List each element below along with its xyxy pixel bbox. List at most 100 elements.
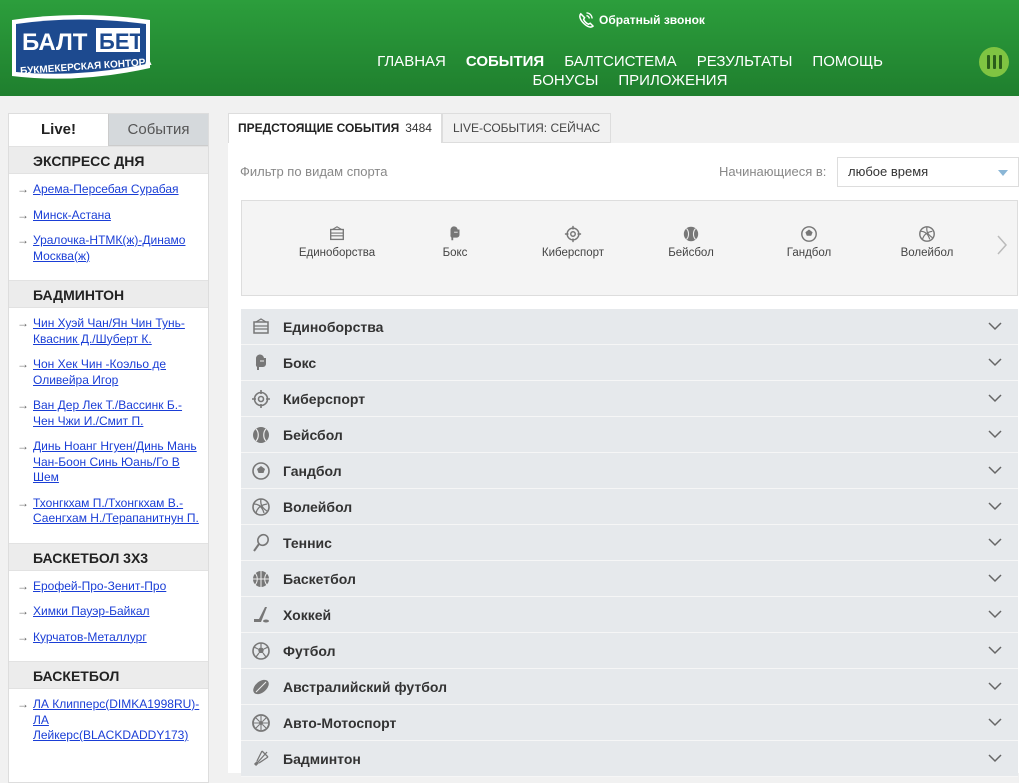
arrow-right-icon: → (17, 604, 29, 618)
list-item: → Ерофей-Про-Зенит-Про (9, 577, 208, 603)
event-link[interactable]: Тхонгкхам П./Тхонгкхам В.-Саенгхам Н./Те… (33, 496, 202, 527)
nav-item-5[interactable]: ПОМОЩЬ (812, 52, 883, 71)
tab-live-now[interactable]: LIVE-СОБЫТИЯ: СЕЙЧАС (441, 113, 612, 143)
carousel-item[interactable]: Единоборства (287, 225, 387, 259)
carousel-item[interactable]: Волейбол (877, 225, 977, 259)
ring-icon (253, 317, 269, 334)
sport-row[interactable]: Австралийский футбол (241, 669, 1018, 705)
baltbet-logo[interactable]: БАЛТ БЕТ БУКМЕКЕРСКАЯ КОНТОРА (8, 14, 154, 80)
handball-icon (252, 461, 270, 480)
hockey-stick-icon (254, 606, 269, 622)
chevron-down-icon (988, 754, 1002, 763)
logo-text-balt: БАЛТ (22, 29, 88, 56)
filter-row: Фильтр по видам спорта Начинающиеся в: л… (240, 157, 1019, 187)
chevron-down-icon (988, 358, 1002, 367)
sport-name: Баскетбол (283, 570, 356, 587)
sport-name: Гандбол (283, 462, 342, 479)
volleyball-icon (252, 497, 270, 516)
start-time-select[interactable]: любое время (837, 157, 1019, 187)
chevron-right-icon[interactable] (995, 233, 1009, 257)
chevron-down-icon (988, 574, 1002, 583)
event-link[interactable]: Арема-Персебая Сурабая (33, 182, 179, 198)
sport-name: Авто-Мотоспорт (283, 714, 397, 731)
tab-upcoming-count: 3484 (405, 121, 432, 135)
sport-name: Бокс (283, 354, 317, 371)
sport-name: Футбол (283, 642, 336, 659)
event-link[interactable]: Минск-Астана (33, 208, 111, 224)
sport-row[interactable]: Бокс (241, 345, 1018, 381)
event-link[interactable]: Курчатов-Металлург (33, 630, 147, 646)
callback-link[interactable]: Обратный звонок (577, 11, 705, 28)
sport-row[interactable]: Авто-Мотоспорт (241, 705, 1018, 741)
section-title: БАСКЕТБОЛ 3Х3 (9, 542, 208, 571)
chevron-down-icon (988, 538, 1002, 547)
sport-row[interactable]: Баскетбол (241, 561, 1018, 597)
arrow-right-icon: → (17, 629, 29, 644)
sport-row[interactable]: Единоборства (241, 309, 1018, 345)
tennis-racket-icon (253, 533, 269, 552)
arrow-right-icon: → (17, 495, 29, 510)
callback-label: Обратный звонок (599, 12, 705, 27)
arrow-right-icon: → (17, 357, 29, 371)
volleyball-icon (919, 226, 935, 242)
nav-item-4[interactable]: РЕЗУЛЬТАТЫ (697, 52, 793, 71)
logo-text-bet: БЕТ (99, 29, 143, 54)
boxing-glove-icon (450, 226, 460, 241)
section-list: → Арема-Персебая Сурабая → Минск-Астана → Ура… (9, 174, 208, 280)
section-list: → Ерофей-Про-Зенит-Про → Химки Пауэр-Байкал… (9, 571, 208, 662)
carousel-label: Гандбол (786, 247, 832, 259)
sport-row[interactable]: Бейсбол (241, 417, 1018, 453)
tab-upcoming[interactable]: ПРЕДСТОЯЩИЕ СОБЫТИЯ 3484 (228, 113, 442, 143)
list-item: → Чин Хуэй Чан/Ян Чин Тунь-Квасник Д./Шуб… (9, 314, 208, 355)
carousel-item[interactable]: Бокс (405, 225, 505, 259)
bars-icon[interactable] (979, 47, 1009, 77)
tab-live[interactable]: Live! (9, 114, 108, 146)
sport-row[interactable]: Футбол (241, 633, 1018, 669)
chevron-down-icon (988, 502, 1002, 511)
carousel-item[interactable]: Гандбол (759, 225, 859, 259)
event-link[interactable]: Уралочка-НТМК(ж)-Динамо Москва(ж) (33, 233, 202, 264)
phone-icon (579, 12, 594, 28)
carousel-label: Бокс (442, 247, 468, 259)
arrow-right-icon: → (17, 578, 29, 593)
sport-name: Австралийский футбол (283, 678, 447, 695)
sport-row[interactable]: Хоккей (241, 597, 1018, 633)
handball-icon (801, 226, 817, 242)
event-link[interactable]: Чин Хуэй Чан/Ян Чин Тунь-Квасник Д./Шубе… (33, 316, 202, 347)
shuttlecock-icon (253, 750, 269, 766)
event-link[interactable]: Динь Ноанг Нгуен/Динь Мань Чан-Боон Синь… (33, 439, 202, 486)
carousel-label: Волейбол (900, 247, 954, 259)
sport-row[interactable]: Киберспорт (241, 381, 1018, 417)
crosshair-icon (564, 225, 582, 243)
events-tabs: ПРЕДСТОЯЩИЕ СОБЫТИЯ 3484 LIVE-СОБЫТИЯ: СЕ… (228, 113, 1019, 143)
event-link[interactable]: Химки Пауэр-Байкал (33, 604, 150, 620)
event-link[interactable]: Ерофей-Про-Зенит-Про (33, 579, 166, 595)
boxing-glove-icon (255, 353, 266, 370)
nav-item-2[interactable]: ПРИЛОЖЕНИЯ (618, 71, 727, 90)
list-item: → Уралочка-НТМК(ж)-Динамо Москва(ж) (9, 231, 208, 272)
nav-item-3[interactable]: БАЛТСИСТЕМА (564, 52, 676, 71)
nav-item-1[interactable]: БОНУСЫ (533, 71, 599, 90)
nav-item-1[interactable]: ГЛАВНАЯ (377, 52, 446, 71)
tab-events[interactable]: События (108, 114, 208, 146)
list-item: → Химки Пауэр-Байкал (9, 602, 208, 628)
arrow-right-icon: → (17, 439, 29, 453)
event-link[interactable]: Ван Дер Лек Т./Вассинк Б.-Чен Чжи И./Сми… (33, 398, 202, 429)
event-link[interactable]: ЛА Клипперс(DIMKA1998RU)-ЛА Лейкерс(BLAC… (33, 697, 202, 744)
nav-item-2[interactable]: СОБЫТИЯ (466, 52, 544, 71)
sport-row[interactable]: Волейбол (241, 489, 1018, 525)
sport-name: Теннис (283, 534, 332, 551)
baseball-icon (253, 426, 269, 443)
arrow-right-icon: → (17, 697, 29, 711)
chevron-down-icon (988, 322, 1002, 331)
sport-name: Волейбол (283, 498, 353, 515)
carousel-item[interactable]: Киберспорт (523, 225, 623, 259)
sport-row[interactable]: Бадминтон (241, 741, 1018, 777)
sport-row[interactable]: Теннис (241, 525, 1018, 561)
arrow-right-icon: → (17, 398, 29, 412)
carousel-item[interactable]: Бейсбол (641, 225, 741, 259)
event-link[interactable]: Чон Хек Чин -Коэльо де Оливейра Игор (33, 357, 202, 388)
sport-row[interactable]: Гандбол (241, 453, 1018, 489)
basketball-icon (253, 570, 269, 587)
list-item: → ЛА Клипперс(DIMKA1998RU)-ЛА Лейкерс(BLA… (9, 695, 208, 752)
